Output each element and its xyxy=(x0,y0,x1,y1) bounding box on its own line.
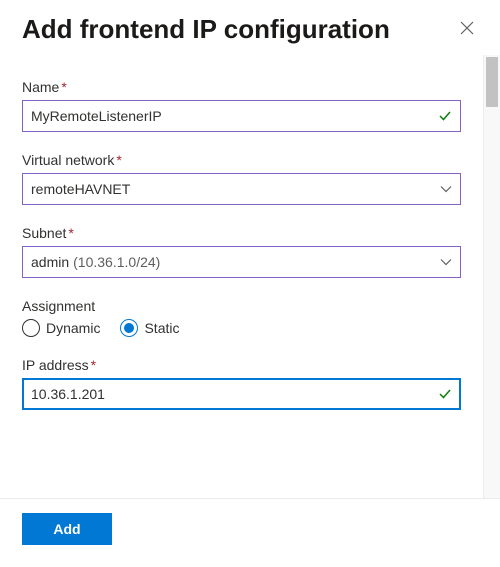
vnet-label: Virtual network* xyxy=(22,152,461,168)
check-icon xyxy=(434,109,452,123)
subnet-select[interactable]: admin(10.36.1.0/24) xyxy=(22,246,461,278)
panel-title: Add frontend IP configuration xyxy=(22,14,390,45)
chevron-down-icon xyxy=(434,183,452,195)
vnet-select[interactable]: remoteHAVNET xyxy=(22,173,461,205)
check-icon xyxy=(434,387,452,401)
field-name: Name* MyRemoteListenerIP xyxy=(22,79,461,132)
radio-static[interactable]: Static xyxy=(120,319,179,337)
subnet-label: Subnet* xyxy=(22,225,461,241)
field-ip: IP address* 10.36.1.201 xyxy=(22,357,461,410)
add-frontend-ip-panel: Add frontend IP configuration Name* MyRe… xyxy=(0,0,500,567)
panel-footer: Add xyxy=(0,498,500,567)
assignment-label: Assignment xyxy=(22,298,461,314)
name-input[interactable]: MyRemoteListenerIP xyxy=(22,100,461,132)
field-subnet: Subnet* admin(10.36.1.0/24) xyxy=(22,225,461,278)
close-icon[interactable] xyxy=(456,15,478,44)
panel-header: Add frontend IP configuration xyxy=(0,0,500,55)
ip-label: IP address* xyxy=(22,357,461,373)
chevron-down-icon xyxy=(434,256,452,268)
radio-circle-icon xyxy=(22,319,40,337)
add-button[interactable]: Add xyxy=(22,513,112,545)
radio-label: Static xyxy=(144,320,179,336)
field-vnet: Virtual network* remoteHAVNET xyxy=(22,152,461,205)
ip-input[interactable]: 10.36.1.201 xyxy=(22,378,461,410)
radio-circle-icon xyxy=(120,319,138,337)
radio-label: Dynamic xyxy=(46,320,100,336)
assignment-radios: Dynamic Static xyxy=(22,319,461,337)
field-assignment: Assignment Dynamic Static xyxy=(22,298,461,337)
scrollbar-thumb[interactable] xyxy=(486,57,498,107)
panel-body: Name* MyRemoteListenerIP Virtual network… xyxy=(0,55,483,498)
radio-dynamic[interactable]: Dynamic xyxy=(22,319,100,337)
vertical-scrollbar[interactable] xyxy=(483,55,500,498)
name-label: Name* xyxy=(22,79,461,95)
